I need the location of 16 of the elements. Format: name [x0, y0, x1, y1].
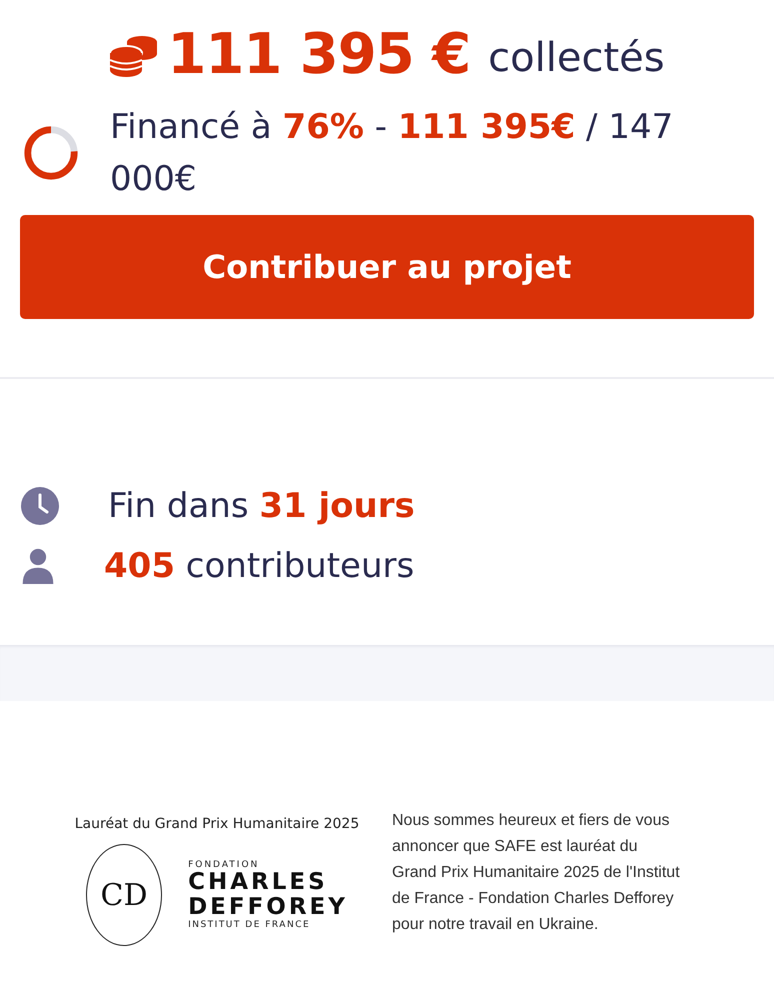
stat-text: Fin dans 31 jours [108, 486, 415, 526]
total-label: collectés [488, 34, 665, 80]
logo-name: CHARLES [188, 870, 329, 895]
clock-icon [20, 486, 60, 526]
logo-overline: FONDATION [188, 860, 260, 870]
award-caption: Lauréat du Grand Prix Humanitaire 2025 [74, 816, 360, 832]
contribute-button[interactable]: Contribuer au projet [20, 215, 754, 319]
stat-text: 405 contributeurs [104, 546, 414, 586]
funding-text: Financé à 76% - 111 395€ / 147 000€ [110, 106, 674, 201]
total-amount: 111 395 € [167, 22, 470, 87]
monogram-logo: CD [86, 844, 162, 946]
award-description: Nous sommes heureux et fiers de vous annoncer que SAFE est lauréat du Grand Prix Humanitaire 2025 de l'Institut de France - Fondation Charles Defforey pour notre travail en Ukraine. [392, 811, 681, 935]
progress-ring [22, 124, 80, 182]
user-icon [20, 546, 56, 586]
logo-name: DEFFOREY [188, 895, 348, 920]
logo-subline: INSTITUT DE FRANCE [188, 920, 312, 930]
